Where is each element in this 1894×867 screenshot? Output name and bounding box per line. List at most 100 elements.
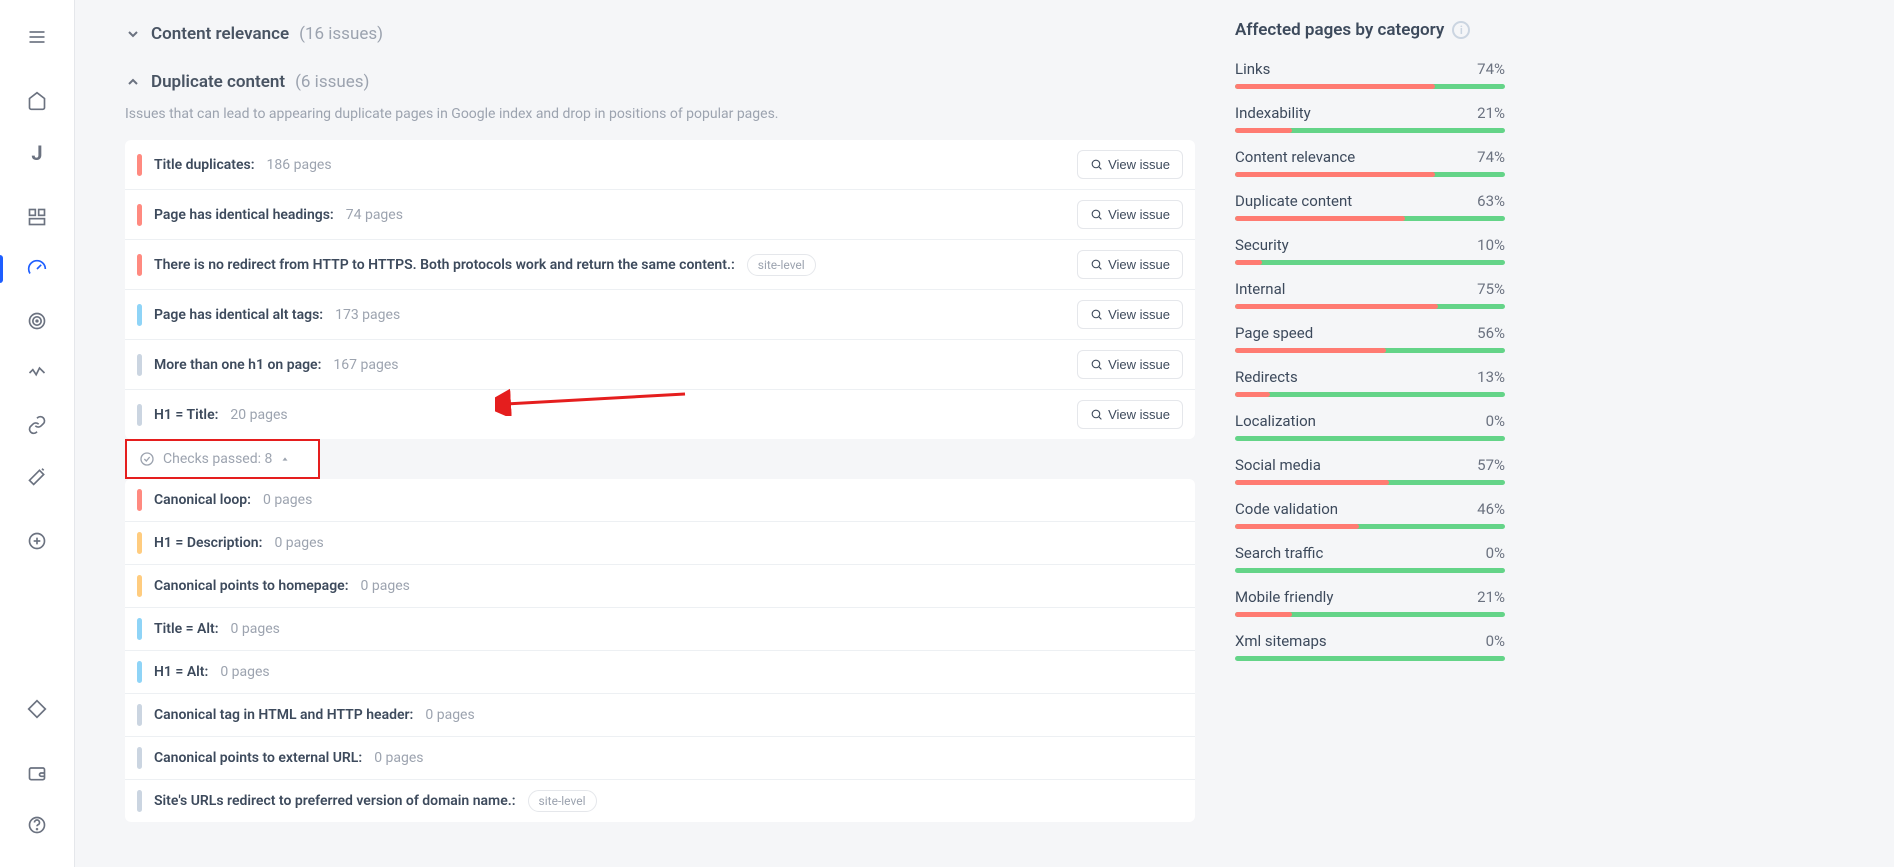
category-name: Mobile friendly — [1235, 588, 1333, 606]
category-row[interactable]: Duplicate content 63% — [1235, 192, 1505, 221]
add-icon[interactable] — [15, 519, 59, 563]
activity-icon[interactable] — [15, 351, 59, 395]
menu-icon[interactable] — [15, 15, 59, 59]
category-bar — [1235, 524, 1505, 529]
checks-passed-toggle[interactable]: Checks passed: 8 — [125, 439, 320, 479]
issue-label: Canonical points to external URL: — [154, 750, 362, 766]
category-name: Xml sitemaps — [1235, 632, 1327, 650]
category-pct: 46% — [1477, 500, 1505, 518]
category-bar — [1235, 480, 1505, 485]
issue-row: H1 = Alt:0 pages — [125, 651, 1195, 694]
category-row[interactable]: Page speed56% — [1235, 324, 1505, 353]
category-pct: 21% — [1477, 104, 1505, 122]
severity-bar — [137, 790, 142, 812]
wallet-icon[interactable] — [15, 751, 59, 795]
help-icon[interactable] — [15, 803, 59, 847]
diamond-icon[interactable] — [15, 687, 59, 731]
issue-label: H1 = Description: — [154, 535, 262, 551]
issue-label: H1 = Title: — [154, 407, 218, 423]
search-icon — [1090, 308, 1103, 321]
view-issue-button[interactable]: View issue — [1077, 300, 1183, 329]
section-title: Duplicate content — [151, 72, 285, 92]
category-pct: 56% — [1477, 324, 1505, 342]
category-bar — [1235, 216, 1505, 221]
chevron-down-icon — [125, 26, 141, 42]
category-row[interactable]: Security10% — [1235, 236, 1505, 265]
issue-pages: 20 pages — [230, 407, 287, 423]
view-issue-button[interactable]: View issue — [1077, 250, 1183, 279]
view-issue-button[interactable]: View issue — [1077, 350, 1183, 379]
issue-pages: 186 pages — [267, 157, 332, 173]
category-list: Links74% Indexability21% Content relevance… — [1235, 60, 1505, 661]
section-duplicate-content[interactable]: Duplicate content (6 issues) — [125, 58, 1195, 106]
category-name: Internal — [1235, 280, 1285, 298]
category-bar — [1235, 656, 1505, 661]
link-icon[interactable] — [15, 403, 59, 447]
dashboard-icon[interactable] — [15, 195, 59, 239]
category-pct: 10% — [1477, 236, 1505, 254]
issue-label: Site's URLs redirect to preferred versio… — [154, 793, 516, 809]
issue-row: H1 = Description: 0 pages — [125, 522, 1195, 565]
category-row[interactable]: Redirects13% — [1235, 368, 1505, 397]
severity-bar — [137, 154, 142, 176]
issue-pages: 0 pages — [274, 535, 323, 551]
checks-passed-label: Checks passed: 8 — [163, 451, 272, 467]
section-content-relevance[interactable]: Content relevance (16 issues) — [125, 10, 1195, 58]
view-issue-button[interactable]: View issue — [1077, 200, 1183, 229]
category-name: Duplicate content — [1235, 192, 1352, 210]
wand-icon[interactable] — [15, 455, 59, 499]
severity-bar — [137, 747, 142, 769]
severity-bar — [137, 532, 142, 554]
target-icon[interactable] — [15, 299, 59, 343]
issue-label: There is no redirect from HTTP to HTTPS.… — [154, 257, 735, 273]
category-row[interactable]: Indexability21% — [1235, 104, 1505, 133]
project-icon[interactable]: J — [15, 131, 59, 175]
severity-bar — [137, 304, 142, 326]
panel-title: Affected pages by category i — [1235, 20, 1505, 40]
chevron-up-icon — [125, 74, 141, 90]
category-row[interactable]: Xml sitemaps0% — [1235, 632, 1505, 661]
check-circle-icon — [139, 451, 155, 467]
severity-bar — [137, 661, 142, 683]
info-icon[interactable]: i — [1452, 21, 1470, 39]
issue-row: Canonical points to external URL:0 pages — [125, 737, 1195, 780]
issue-row: Page has identical alt tags:173 pagesVie… — [125, 290, 1195, 340]
speedometer-icon[interactable] — [15, 247, 59, 291]
issue-label: H1 = Alt: — [154, 664, 208, 680]
category-row[interactable]: Social media 57% — [1235, 456, 1505, 485]
category-row[interactable]: Localization0% — [1235, 412, 1505, 441]
category-row[interactable]: Search traffic0% — [1235, 544, 1505, 573]
section-count: (6 issues) — [295, 72, 369, 92]
issue-row: Canonical loop:0 pages — [125, 479, 1195, 522]
category-pct: 57% — [1477, 456, 1505, 474]
category-row[interactable]: Internal 75% — [1235, 280, 1505, 309]
category-bar — [1235, 84, 1505, 89]
view-issue-button[interactable]: View issue — [1077, 150, 1183, 179]
site-level-tag: site-level — [747, 254, 816, 276]
category-name: Social media — [1235, 456, 1321, 474]
category-row[interactable]: Code validation46% — [1235, 500, 1505, 529]
passed-list: Canonical loop:0 pages H1 = Description: 0… — [125, 479, 1195, 822]
search-icon — [1090, 208, 1103, 221]
category-bar — [1235, 612, 1505, 617]
category-name: Redirects — [1235, 368, 1298, 386]
category-pct: 75% — [1477, 280, 1505, 298]
severity-bar — [137, 404, 142, 426]
issue-row: There is no redirect from HTTP to HTTPS.… — [125, 240, 1195, 290]
category-pct: 63% — [1477, 192, 1505, 210]
home-icon[interactable] — [15, 79, 59, 123]
category-row[interactable]: Content relevance74% — [1235, 148, 1505, 177]
view-issue-button[interactable]: View issue — [1077, 400, 1183, 429]
search-icon — [1090, 258, 1103, 271]
section-count: (16 issues) — [299, 24, 383, 44]
category-bar — [1235, 260, 1505, 265]
severity-bar — [137, 254, 142, 276]
category-row[interactable]: Links74% — [1235, 60, 1505, 89]
category-pct: 0% — [1486, 544, 1505, 562]
section-title: Content relevance — [151, 24, 289, 44]
issue-pages: 0 pages — [425, 707, 474, 723]
category-bar — [1235, 568, 1505, 573]
issue-label: Canonical points to homepage: — [154, 578, 349, 594]
search-icon — [1090, 408, 1103, 421]
category-row[interactable]: Mobile friendly21% — [1235, 588, 1505, 617]
